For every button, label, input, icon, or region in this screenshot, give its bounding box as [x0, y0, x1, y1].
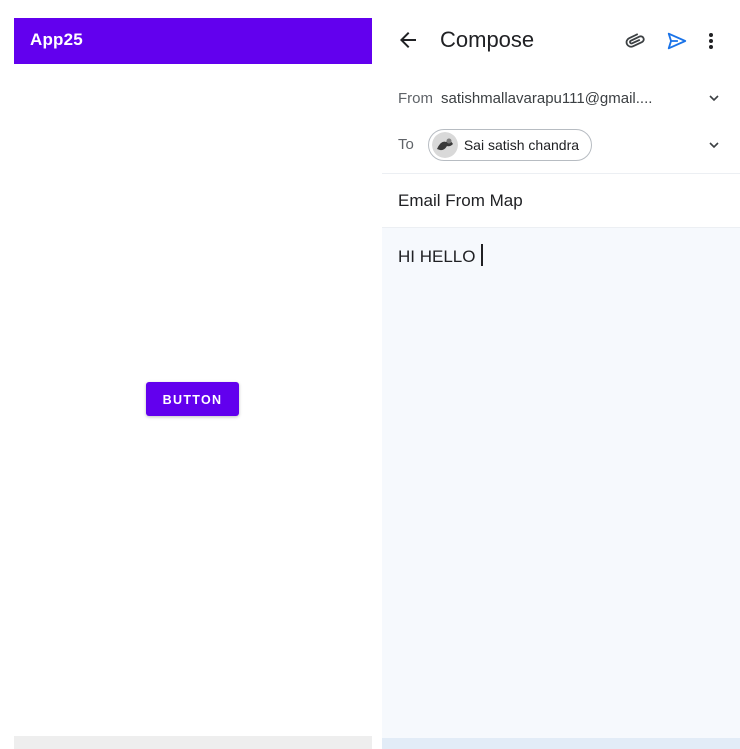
arrow-left-icon[interactable]: [396, 28, 420, 52]
to-field[interactable]: To Sai satish chandra: [382, 116, 740, 174]
from-field[interactable]: From satishmallavarapu111@gmail....: [382, 80, 740, 116]
to-label: To: [398, 136, 414, 153]
right-navigation-bar: [382, 738, 740, 749]
compose-toolbar: Compose: [382, 0, 740, 80]
body-text: HI HELLO: [398, 247, 476, 266]
left-navigation-bar: [14, 736, 372, 749]
main-button[interactable]: BUTTON: [146, 382, 239, 416]
app-bar: App25: [14, 18, 372, 64]
from-label: From: [398, 89, 433, 107]
subject-text: Email From Map: [398, 190, 523, 210]
compose-title: Compose: [440, 27, 535, 52]
app-title: App25: [30, 30, 83, 49]
compose-fields: Compose From satishmallavarapu111@gmail.…: [382, 0, 740, 228]
chevron-down-icon[interactable]: [708, 92, 720, 104]
subject-field[interactable]: Email From Map: [382, 174, 740, 228]
recipient-chip[interactable]: Sai satish chandra: [427, 128, 593, 161]
send-icon[interactable]: [666, 29, 688, 53]
chevron-down-icon[interactable]: [708, 139, 720, 151]
recipient-name: Sai satish chandra: [463, 136, 580, 153]
avatar: [431, 131, 458, 158]
app25-screen: App25 BUTTON: [14, 18, 372, 740]
more-vert-icon[interactable]: [707, 29, 715, 53]
from-address: satishmallavarapu111@gmail....: [441, 89, 653, 107]
gmail-compose-screen: Compose From satishmallavarapu111@gmail.…: [382, 0, 740, 749]
text-cursor: [481, 244, 483, 266]
body-field[interactable]: HI HELLO: [382, 228, 740, 283]
paperclip-icon[interactable]: [624, 29, 648, 53]
